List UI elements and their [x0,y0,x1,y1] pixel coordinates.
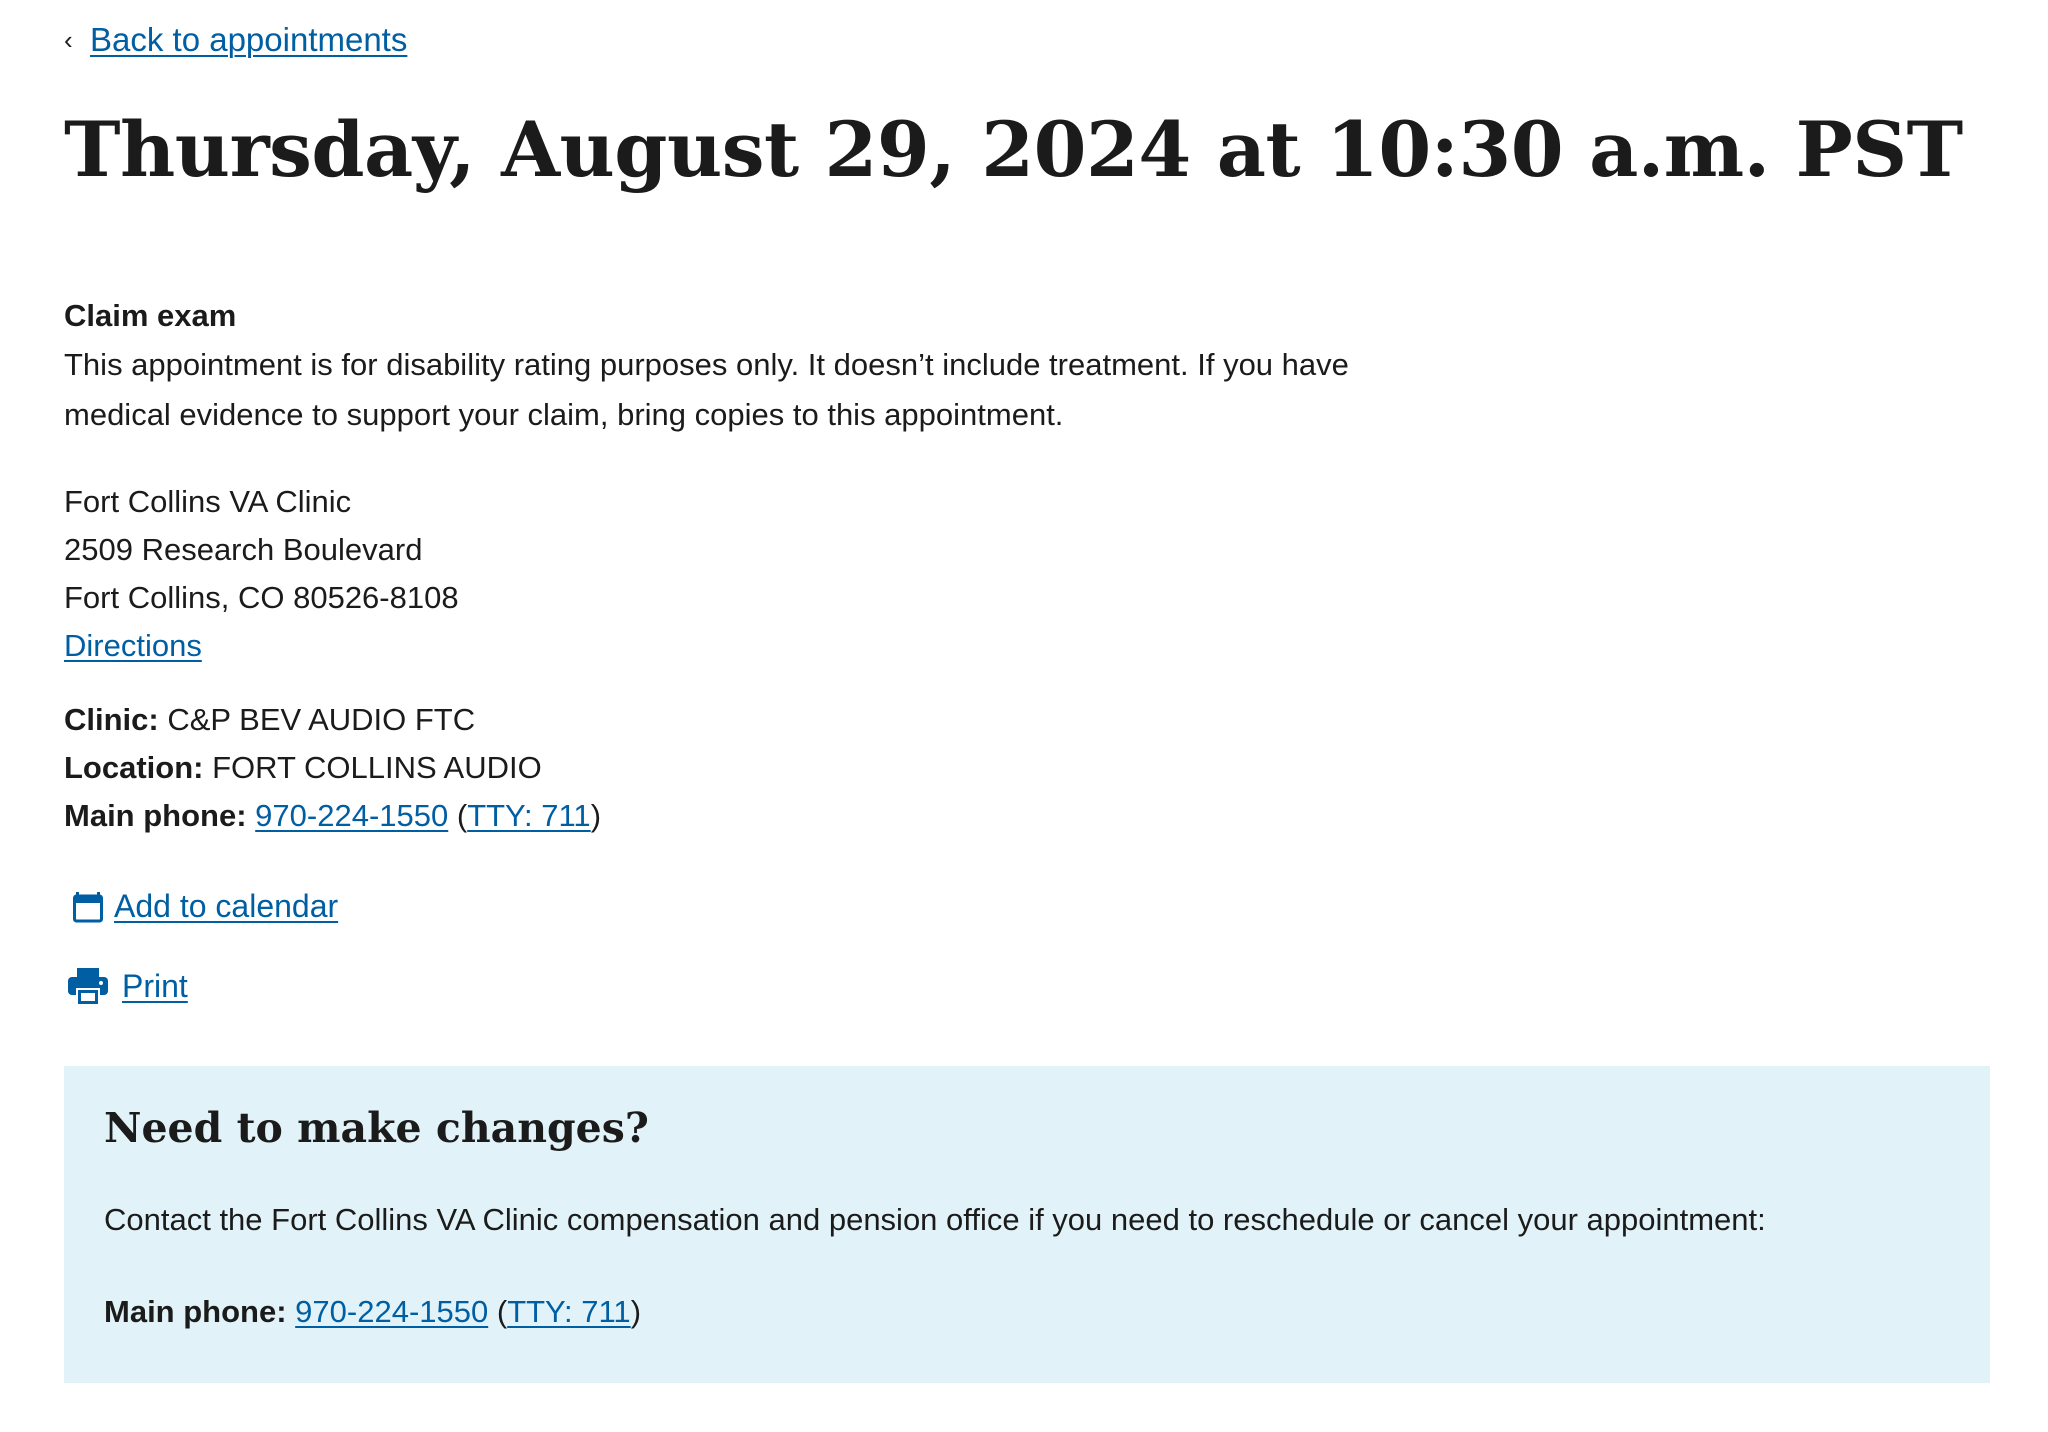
main-phone-link[interactable]: 970-224-1550 [255,798,448,833]
phone-label: Main phone: [64,798,247,833]
callout-main-phone-link[interactable]: 970-224-1550 [295,1294,488,1329]
callout-text: Contact the Fort Collins VA Clinic compe… [104,1202,1766,1237]
open-paren: ( [456,798,468,833]
directions-link[interactable]: Directions [64,628,202,663]
back-to-appointments-link[interactable]: Back to appointments [90,21,407,59]
callout-close-paren: ) [630,1294,642,1329]
location-value: FORT COLLINS AUDIO [212,750,542,785]
location-label: Location: [64,750,204,785]
callout-phone-label: Main phone: [104,1294,287,1329]
print-link[interactable]: Print [122,968,188,1005]
page-title: Thursday, August 29, 2024 at 10:30 a.m. … [64,105,1963,194]
add-to-calendar-action[interactable]: Add to calendar [64,888,338,925]
chevron-left-icon: ‹ [64,24,73,55]
appointment-description: This appointment is for disability ratin… [64,347,1349,432]
print-action[interactable]: Print [64,966,188,1006]
close-paren: ) [590,798,602,833]
callout-heading: Need to make changes? [104,1104,649,1152]
clinic-label: Clinic: [64,702,159,737]
clinic-row: Clinic: C&P BEV AUDIO FTC [64,696,601,744]
callout-phone-row: Main phone: 970-224-1550 (TTY: 711) [104,1294,641,1330]
printer-icon [66,966,110,1006]
appointment-type: Claim exam [64,298,237,333]
clinic-value: C&P BEV AUDIO FTC [167,702,476,737]
phone-row: Main phone: 970-224-1550 (TTY: 711) [64,792,601,840]
tty-link[interactable]: TTY: 711 [467,798,591,833]
callout-tty-link[interactable]: TTY: 711 [507,1294,631,1329]
need-changes-callout: Need to make changes? Contact the Fort C… [64,1066,1990,1383]
appointment-details: Clinic: C&P BEV AUDIO FTC Location: FORT… [64,696,601,840]
facility-street: 2509 Research Boulevard [64,532,423,567]
breadcrumb: ‹ Back to appointments [64,18,407,62]
callout-open-paren: ( [496,1294,508,1329]
facility-name: Fort Collins VA Clinic [64,484,352,519]
facility-address: Fort Collins VA Clinic 2509 Research Bou… [64,478,459,670]
add-to-calendar-link[interactable]: Add to calendar [114,888,338,925]
location-row: Location: FORT COLLINS AUDIO [64,744,601,792]
facility-city-state-zip: Fort Collins, CO 80526-8108 [64,580,459,615]
calendar-icon [72,891,104,923]
